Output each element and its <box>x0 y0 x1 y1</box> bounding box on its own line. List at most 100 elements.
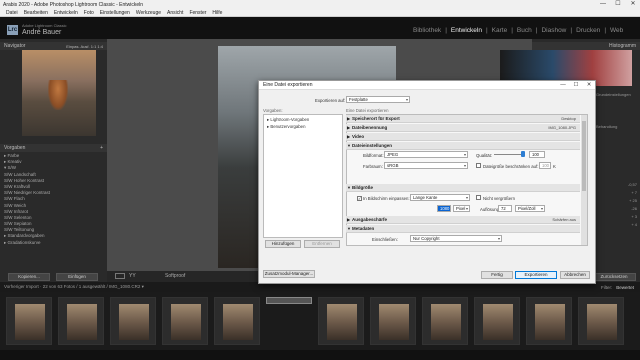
fit-to-screen-checkbox[interactable]: ✓ <box>357 196 362 201</box>
filmstrip-thumbnail[interactable] <box>370 297 416 345</box>
menu-bearbeiten[interactable]: Bearbeiten <box>24 10 48 16</box>
maximize-button[interactable]: ☐ <box>611 0 625 9</box>
limit-size-unit: K <box>553 164 556 169</box>
adjustment-labels-2: Behandlung <box>596 124 636 129</box>
panel-label: Behandlung <box>596 124 618 129</box>
limit-size-checkbox[interactable] <box>476 163 481 168</box>
dialog-minimize-button[interactable]: — <box>557 81 569 90</box>
menu-fenster[interactable]: Fenster <box>189 10 206 16</box>
reset-button[interactable]: Zurücksetzen <box>592 273 636 281</box>
add-preset-icon[interactable]: + <box>100 145 103 151</box>
filmstrip-thumbnail[interactable] <box>162 297 208 345</box>
size-unit-select[interactable]: Pixel <box>453 205 470 212</box>
section-file-settings[interactable]: ▼ Dateieinstellungen <box>346 142 580 150</box>
quality-slider-track[interactable] <box>494 154 524 155</box>
section-title: Bildgröße <box>352 185 373 190</box>
menu-entwickeln[interactable]: Entwickeln <box>54 10 78 16</box>
section-export-location[interactable]: ▶ Speicherort für Export Desktop <box>346 115 580 123</box>
filmstrip-thumbnail[interactable] <box>266 297 312 304</box>
menu-werkzeuge[interactable]: Werkzeuge <box>136 10 161 16</box>
minimize-button[interactable]: — <box>596 0 610 9</box>
size-input[interactable]: 1080 <box>437 205 451 212</box>
module-karte[interactable]: Karte <box>492 27 508 34</box>
filmstrip-thumbnail[interactable] <box>526 297 572 345</box>
presets-header[interactable]: Vorgaben + <box>0 144 107 152</box>
filmstrip-info[interactable]: Vorheriger Import · 22 von 63 Fotos / 1 … <box>4 284 144 290</box>
menu-ansicht[interactable]: Ansicht <box>167 10 183 16</box>
slider-values: -0,57 + 7 + 25 -26 + 3 + 4 <box>613 182 637 230</box>
dialog-maximize-button[interactable]: ☐ <box>570 81 582 90</box>
filmstrip-thumbnail[interactable] <box>58 297 104 345</box>
metadata-include-label: Einschließen: <box>372 237 398 242</box>
module-entwickeln[interactable]: Entwickeln <box>451 27 482 34</box>
shadows-value: -26 <box>631 206 637 211</box>
cancel-button[interactable]: Abbrechen <box>560 271 590 279</box>
navigator-zoom-options[interactable]: Einpas. Ausf. 1:1 1:4 <box>66 44 103 49</box>
section-title: Video <box>352 134 365 139</box>
limit-size-label: Dateigröße beschränken auf: <box>483 164 539 169</box>
module-drucken[interactable]: Drucken <box>576 27 600 34</box>
filmstrip-thumbnail[interactable] <box>318 297 364 345</box>
fit-mode-select[interactable]: Lange Kante <box>410 194 470 201</box>
export-to-select[interactable]: Festplatte <box>346 96 410 103</box>
menu-foto[interactable]: Foto <box>84 10 94 16</box>
thumbnail-image <box>171 304 201 340</box>
section-output-sharpening[interactable]: ▶ Ausgabeschärfe Schärfen aus <box>346 216 580 224</box>
navigator-dog-photo <box>48 80 68 110</box>
navigator-header[interactable]: Navigator Einpas. Ausf. 1:1 1:4 <box>0 42 107 50</box>
histogram-header[interactable]: Histogramm <box>532 42 640 50</box>
exposure-value: -0,57 <box>627 182 637 187</box>
paste-settings-button[interactable]: Einfügen <box>56 273 98 281</box>
export-button[interactable]: Exportieren <box>515 271 557 279</box>
module-bibliothek[interactable]: Bibliothek <box>413 27 441 34</box>
copy-settings-button[interactable]: Kopieren... <box>8 273 50 281</box>
resolution-unit-select[interactable]: Pixel/Zoll <box>515 205 545 212</box>
thumbnail-image <box>67 304 97 340</box>
remove-preset-button[interactable]: Entfernen <box>304 240 340 248</box>
filmstrip-thumbnail[interactable] <box>6 297 52 345</box>
menu-einstellungen[interactable]: Einstellungen <box>100 10 130 16</box>
preset-tree-item[interactable]: ▸ Benutzervorgaben <box>267 124 305 130</box>
settings-scrollbar[interactable] <box>581 115 587 245</box>
section-video[interactable]: ▶ Video <box>346 133 580 141</box>
filmstrip-thumbnail[interactable] <box>110 297 156 345</box>
menu-datei[interactable]: Datei <box>6 10 18 16</box>
no-enlarge-checkbox[interactable] <box>476 195 481 200</box>
filter-select[interactable]: Bewertet <box>616 285 634 290</box>
add-preset-button[interactable]: Hinzufügen <box>265 240 301 248</box>
module-buch[interactable]: Buch <box>517 27 532 34</box>
quality-input[interactable]: 100 <box>529 151 545 158</box>
filmstrip-thumbnail[interactable] <box>422 297 468 345</box>
softproof-toggle[interactable]: Softproof <box>165 273 185 279</box>
thumbnail-image <box>431 304 461 340</box>
section-title: Ausgabeschärfe <box>352 217 388 222</box>
section-image-size[interactable]: ▼ Bildgröße <box>346 184 580 192</box>
module-diashow[interactable]: Diashow <box>541 27 566 34</box>
section-metadata[interactable]: ▼ Metadaten <box>346 225 580 233</box>
dialog-close-button[interactable]: ✕ <box>583 81 595 90</box>
colorspace-select[interactable]: sRGB <box>384 162 468 169</box>
metadata-include-select[interactable]: Nur Copyright <box>410 235 502 242</box>
contrast-value: + 7 <box>631 190 637 195</box>
module-web[interactable]: Web <box>610 27 623 34</box>
resolution-input[interactable]: 72 <box>498 205 512 212</box>
loupe-view-icon[interactable] <box>115 273 125 279</box>
preset-item[interactable]: ▸ Gradationskurve <box>4 240 104 246</box>
preset-tree-item[interactable]: ▸ Lightroom-Vorgaben <box>267 117 309 123</box>
filmstrip-thumbnail[interactable] <box>214 297 260 345</box>
format-select[interactable]: JPEG <box>384 151 468 158</box>
thumbnail-image <box>119 304 149 340</box>
filmstrip-thumbnail[interactable] <box>474 297 520 345</box>
before-after-toggle[interactable]: YY <box>129 273 136 279</box>
done-button[interactable]: Fertig <box>481 271 513 279</box>
filmstrip-thumbnail[interactable] <box>578 297 624 345</box>
close-button[interactable]: ✕ <box>626 0 640 9</box>
menu-hilfe[interactable]: Hilfe <box>212 10 222 16</box>
limit-size-input[interactable]: 100 <box>539 162 551 169</box>
identity-name: André Bauer <box>22 29 62 36</box>
plugin-manager-button[interactable]: Zusatzmodul-Manager... <box>263 270 315 278</box>
filter-label: Filter: <box>600 284 613 290</box>
section-file-naming[interactable]: ▶ Dateibenennung IMG_1080.JPG <box>346 124 580 132</box>
section-title: Metadaten <box>352 226 375 231</box>
quality-slider-thumb[interactable] <box>521 151 525 157</box>
